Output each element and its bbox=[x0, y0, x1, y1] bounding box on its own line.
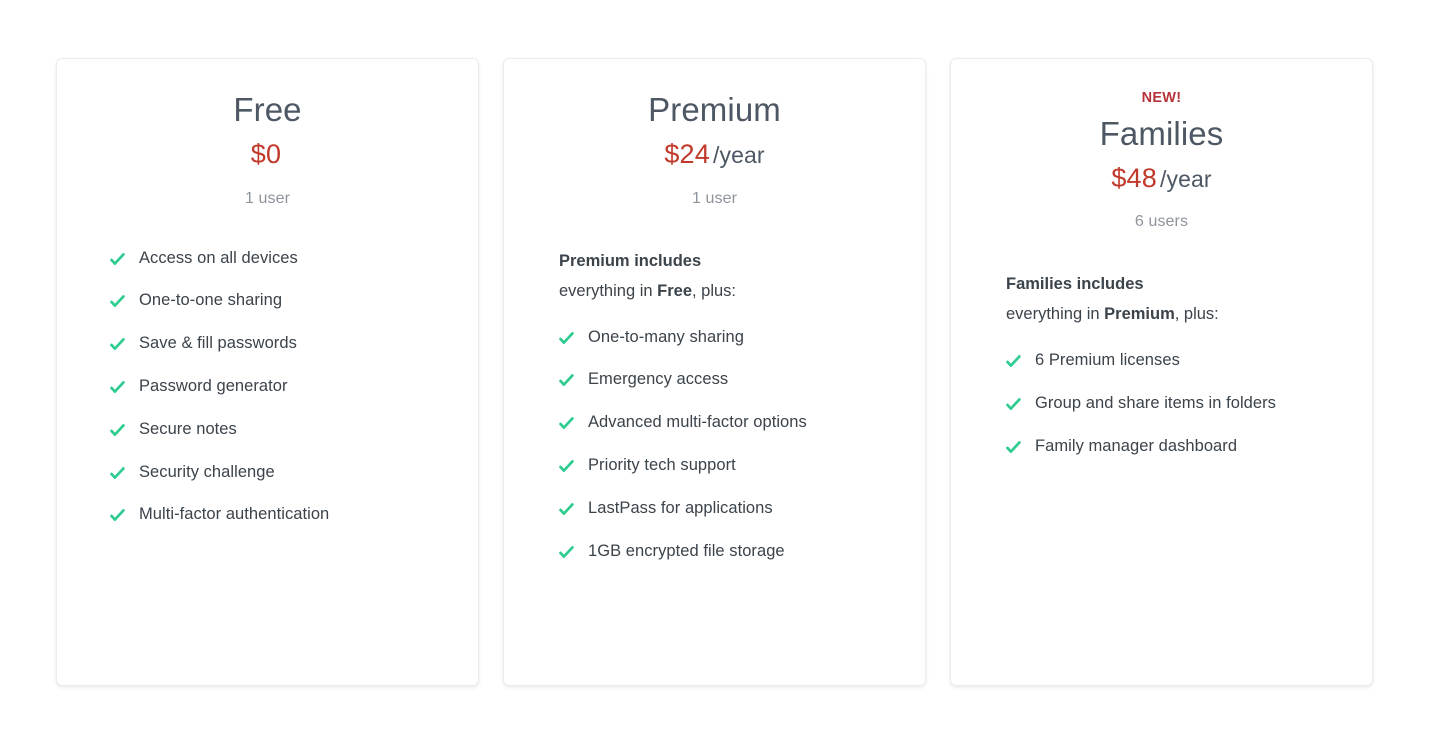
feature-label: Advanced multi-factor options bbox=[588, 413, 807, 433]
feature-label: Access on all devices bbox=[139, 249, 298, 269]
pricing-page: Free $0 1 user Access on all devices One-… bbox=[0, 0, 1429, 746]
includes-sub-emphasis: Free bbox=[657, 282, 692, 300]
check-icon bbox=[110, 294, 125, 309]
feature-item: Family manager dashboard bbox=[951, 437, 1348, 457]
feature-label: Multi-factor authentication bbox=[139, 505, 329, 525]
feature-label: Family manager dashboard bbox=[1035, 437, 1237, 457]
feature-label: LastPass for applications bbox=[588, 499, 773, 519]
price-row-premium: $24/year bbox=[504, 138, 925, 170]
feature-label: One-to-many sharing bbox=[588, 328, 744, 348]
includes-sub-families: everything in Premium, plus: bbox=[1006, 305, 1219, 323]
price-period-premium: /year bbox=[713, 142, 765, 168]
check-icon bbox=[110, 423, 125, 438]
feature-item: Priority tech support bbox=[504, 456, 901, 476]
new-badge-families: NEW! bbox=[951, 91, 1372, 106]
seats-free: 1 user bbox=[57, 190, 478, 208]
feature-item: Secure notes bbox=[57, 420, 454, 440]
feature-item: 1GB encrypted file storage bbox=[504, 542, 901, 562]
price-period-families: /year bbox=[1160, 166, 1212, 192]
feature-label: Password generator bbox=[139, 377, 288, 397]
check-icon bbox=[559, 416, 574, 431]
price-amount-families: $48 bbox=[1111, 163, 1157, 193]
feature-item: Access on all devices bbox=[57, 249, 454, 269]
plan-name-free: Free bbox=[57, 91, 478, 129]
feature-item: Advanced multi-factor options bbox=[504, 413, 901, 433]
feature-label: Priority tech support bbox=[588, 456, 736, 476]
feature-label: 6 Premium licenses bbox=[1035, 351, 1180, 371]
feature-label: Save & fill passwords bbox=[139, 334, 297, 354]
includes-title-premium: Premium includes bbox=[559, 246, 901, 276]
feature-item: Emergency access bbox=[504, 370, 901, 390]
feature-list-free: Access on all devices One-to-one sharing S… bbox=[57, 249, 478, 526]
seats-families: 6 users bbox=[951, 213, 1372, 231]
plan-name-premium: Premium bbox=[504, 91, 925, 129]
price-row-free: $0 bbox=[57, 138, 478, 170]
check-icon bbox=[559, 502, 574, 517]
feature-label: Security challenge bbox=[139, 463, 275, 483]
plan-name-families: Families bbox=[951, 115, 1372, 153]
check-icon bbox=[1006, 397, 1021, 412]
check-icon bbox=[1006, 354, 1021, 369]
check-icon bbox=[110, 380, 125, 395]
price-row-families: $48/year bbox=[951, 162, 1372, 194]
card-header-free: Free $0 1 user bbox=[57, 59, 478, 208]
feature-item: 6 Premium licenses bbox=[951, 351, 1348, 371]
check-icon bbox=[1006, 440, 1021, 455]
check-icon bbox=[559, 331, 574, 346]
feature-label: Emergency access bbox=[588, 370, 728, 390]
pricing-card-premium[interactable]: Premium $24/year 1 user Premium includes… bbox=[503, 58, 926, 686]
feature-item: One-to-many sharing bbox=[504, 328, 901, 348]
feature-list-families: 6 Premium licenses Group and share items … bbox=[951, 351, 1372, 456]
feature-list-premium: One-to-many sharing Emergency access Advan… bbox=[504, 328, 925, 562]
check-icon bbox=[559, 459, 574, 474]
feature-item: LastPass for applications bbox=[504, 499, 901, 519]
feature-label: 1GB encrypted file storage bbox=[588, 542, 785, 562]
pricing-card-families[interactable]: NEW! Families $48/year 6 users Families … bbox=[950, 58, 1373, 686]
feature-item: Security challenge bbox=[57, 463, 454, 483]
card-header-families: NEW! Families $48/year 6 users bbox=[951, 59, 1372, 231]
check-icon bbox=[110, 466, 125, 481]
pricing-card-free[interactable]: Free $0 1 user Access on all devices One-… bbox=[56, 58, 479, 686]
check-icon bbox=[110, 252, 125, 267]
feature-label: One-to-one sharing bbox=[139, 291, 282, 311]
card-header-premium: Premium $24/year 1 user bbox=[504, 59, 925, 208]
includes-sub-premium: everything in Free, plus: bbox=[559, 282, 736, 300]
check-icon bbox=[559, 545, 574, 560]
pricing-card-list: Free $0 1 user Access on all devices One-… bbox=[56, 58, 1373, 686]
check-icon bbox=[559, 373, 574, 388]
price-amount-free: $0 bbox=[251, 139, 281, 169]
price-amount-premium: $24 bbox=[664, 139, 710, 169]
includes-sub-emphasis: Premium bbox=[1104, 305, 1175, 323]
check-icon bbox=[110, 337, 125, 352]
check-icon bbox=[110, 508, 125, 523]
feature-item: One-to-one sharing bbox=[57, 291, 454, 311]
feature-label: Secure notes bbox=[139, 420, 237, 440]
feature-item: Save & fill passwords bbox=[57, 334, 454, 354]
feature-item: Password generator bbox=[57, 377, 454, 397]
feature-item: Group and share items in folders bbox=[951, 394, 1348, 414]
includes-block-premium: Premium includes everything in Free, plu… bbox=[504, 246, 925, 306]
seats-premium: 1 user bbox=[504, 190, 925, 208]
includes-block-families: Families includes everything in Premium,… bbox=[951, 269, 1372, 329]
feature-label: Group and share items in folders bbox=[1035, 394, 1276, 414]
includes-title-families: Families includes bbox=[1006, 269, 1348, 299]
feature-item: Multi-factor authentication bbox=[57, 505, 454, 525]
